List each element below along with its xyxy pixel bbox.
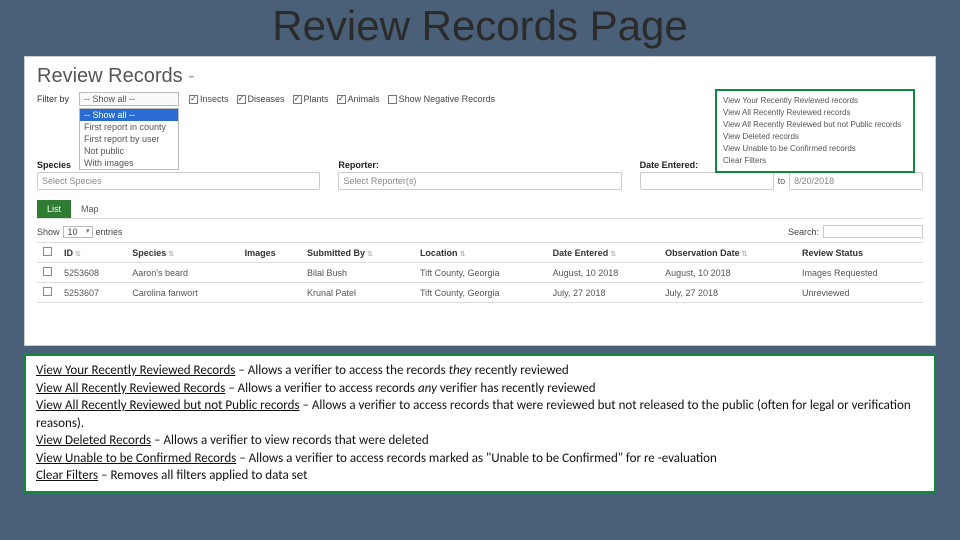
cell-id: 5253608 <box>58 263 126 283</box>
date-start-input[interactable] <box>640 172 774 190</box>
quicklinks-box: View Your Recently Reviewed records View… <box>715 89 915 173</box>
col-images[interactable]: Images <box>239 243 301 263</box>
quicklink[interactable]: View Your Recently Reviewed records <box>723 95 907 107</box>
filter-dropdown[interactable]: -- Show all -- <box>79 92 179 106</box>
view-tabs: List Map <box>37 200 923 219</box>
check-diseases[interactable]: ✓Diseases <box>237 94 285 104</box>
table-search-input[interactable] <box>823 225 923 238</box>
filter-dropdown-list: -- Show all -- First report in county Fi… <box>79 108 179 170</box>
check-insects-label: Insects <box>200 94 229 104</box>
slide-title: Review Records Page <box>0 0 960 56</box>
page-title: Review Records - <box>37 65 923 88</box>
search-label: Search: <box>788 227 819 237</box>
check-plants-label: Plants <box>304 94 329 104</box>
legend-line: View Unable to be Confirmed Records – Al… <box>36 450 924 468</box>
entries-label: entries <box>96 227 123 237</box>
reporter-label: Reporter: <box>338 160 621 170</box>
filter-dd-option[interactable]: First report by user <box>80 133 178 145</box>
filter-dd-option[interactable]: First report in county <box>80 121 178 133</box>
quicklink[interactable]: View All Recently Reviewed but not Publi… <box>723 119 907 131</box>
table-controls: Show 10 entries Search: <box>37 225 923 238</box>
legend-box: View Your Recently Reviewed Records – Al… <box>24 354 936 493</box>
reporter-input[interactable]: Select Reporter(s) <box>338 172 621 190</box>
cell-images <box>239 283 301 303</box>
cell-images <box>239 263 301 283</box>
species-input[interactable]: Select Species <box>37 172 320 190</box>
table-row[interactable]: 5253607 Carolina fanwort Krunal Patel Ti… <box>37 283 923 303</box>
row-checkbox[interactable] <box>43 287 52 296</box>
cell-status: Images Requested <box>796 263 923 283</box>
cell-obs: July, 27 2018 <box>659 283 796 303</box>
table-row[interactable]: 5253608 Aaron's beard Bilal Bush Tift Co… <box>37 263 923 283</box>
cell-location: Tift County, Georgia <box>414 283 547 303</box>
filter-dd-option[interactable]: Not public <box>80 145 178 157</box>
legend-line: View All Recently Reviewed Records – All… <box>36 380 924 398</box>
check-animals[interactable]: ✓Animals <box>337 94 380 104</box>
col-species[interactable]: Species⇅ <box>126 243 238 263</box>
show-label: Show <box>37 227 60 237</box>
legend-line: View Deleted Records – Allows a verifier… <box>36 432 924 450</box>
legend-line: Clear Filters – Removes all filters appl… <box>36 467 924 485</box>
filter-by-label: Filter by <box>37 92 69 104</box>
cell-species: Carolina fanwort <box>126 283 238 303</box>
cell-location: Tift County, Georgia <box>414 263 547 283</box>
cell-entered: July, 27 2018 <box>547 283 659 303</box>
cell-submitted: Krunal Patel <box>301 283 414 303</box>
tab-map[interactable]: Map <box>71 200 109 218</box>
col-location[interactable]: Location⇅ <box>414 243 547 263</box>
legend-line: View Your Recently Reviewed Records – Al… <box>36 362 924 380</box>
date-end-input[interactable]: 8/20/2018 <box>789 172 923 190</box>
col-submitted[interactable]: Submitted By⇅ <box>301 243 414 263</box>
check-diseases-label: Diseases <box>248 94 285 104</box>
page-title-dash: - <box>183 65 195 87</box>
records-table: ID⇅ Species⇅ Images Submitted By⇅ Locati… <box>37 242 923 303</box>
col-status[interactable]: Review Status <box>796 243 923 263</box>
cell-id: 5253607 <box>58 283 126 303</box>
date-to-label: to <box>778 176 786 186</box>
filter-checkboxes: ✓Insects ✓Diseases ✓Plants ✓Animals Show… <box>189 92 495 104</box>
entries-count-select[interactable]: 10 <box>63 226 93 238</box>
quicklink[interactable]: View All Recently Reviewed records <box>723 107 907 119</box>
cell-status: Unreviewed <box>796 283 923 303</box>
check-animals-label: Animals <box>348 94 380 104</box>
col-obs[interactable]: Observation Date⇅ <box>659 243 796 263</box>
row-checkbox[interactable] <box>43 267 52 276</box>
check-negative[interactable]: Show Negative Records <box>388 94 496 104</box>
legend-line: View All Recently Reviewed but not Publi… <box>36 397 924 432</box>
select-all-checkbox[interactable] <box>43 247 52 256</box>
filter-dd-option[interactable]: -- Show all -- <box>80 109 178 121</box>
cell-species: Aaron's beard <box>126 263 238 283</box>
filter-dd-option[interactable]: With images <box>80 157 178 169</box>
screenshot-panel: Review Records - Filter by -- Show all -… <box>24 56 936 346</box>
tab-list[interactable]: List <box>37 200 71 218</box>
cell-entered: August, 10 2018 <box>547 263 659 283</box>
cell-obs: August, 10 2018 <box>659 263 796 283</box>
page-title-text: Review Records <box>37 65 183 87</box>
check-insects[interactable]: ✓Insects <box>189 94 229 104</box>
check-negative-label: Show Negative Records <box>399 94 496 104</box>
quicklink[interactable]: Clear Filters <box>723 155 907 167</box>
check-plants[interactable]: ✓Plants <box>293 94 329 104</box>
cell-submitted: Bilal Bush <box>301 263 414 283</box>
col-id[interactable]: ID⇅ <box>58 243 126 263</box>
quicklink[interactable]: View Deleted records <box>723 131 907 143</box>
col-entered[interactable]: Date Entered⇅ <box>547 243 659 263</box>
quicklink[interactable]: View Unable to be Confirmed records <box>723 143 907 155</box>
